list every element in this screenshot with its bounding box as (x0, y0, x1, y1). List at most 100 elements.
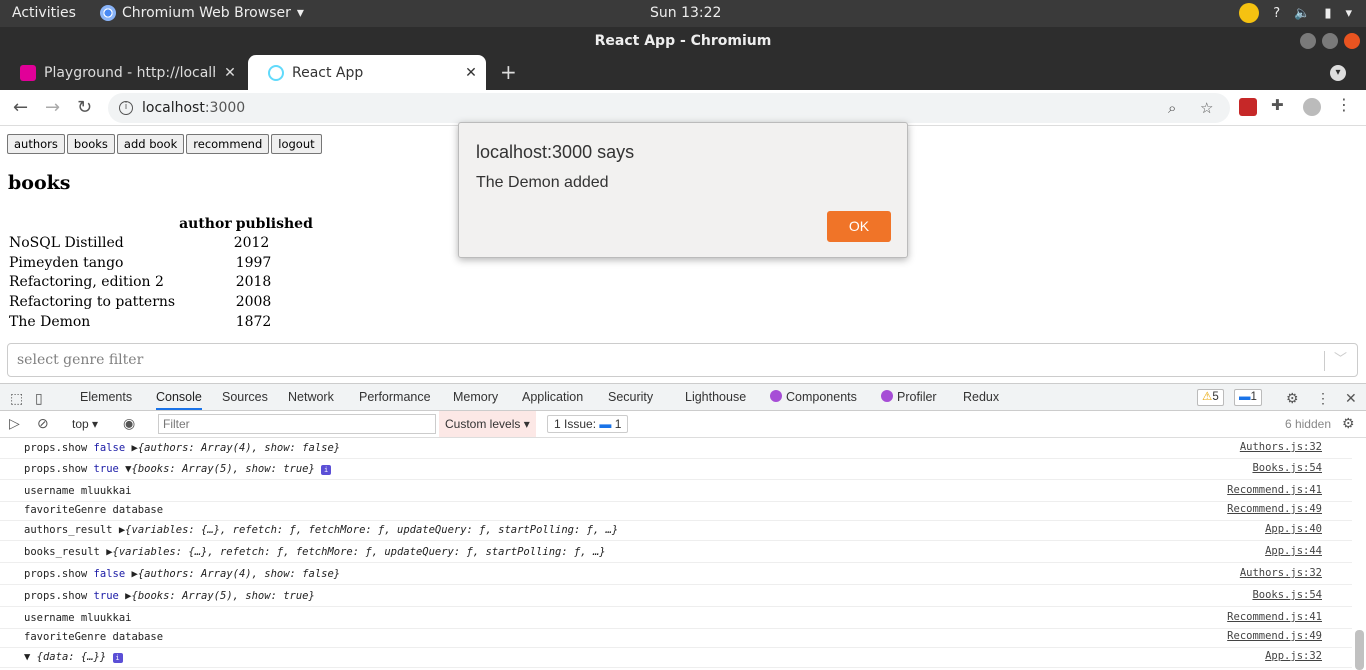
tab-components[interactable]: Components (770, 390, 857, 404)
clear-console-icon[interactable]: ⊘ (37, 415, 49, 432)
reload-icon[interactable]: ↻ (77, 97, 92, 118)
activities-button[interactable]: Activities (12, 5, 76, 21)
tab-memory[interactable]: Memory (453, 390, 498, 404)
page-title: books (8, 172, 71, 194)
console-source-link[interactable]: Authors.js:32 (1240, 567, 1322, 579)
console-message[interactable]: username mluukkai Recommend.js:41 (0, 608, 1352, 629)
notification-icon[interactable] (1239, 3, 1260, 23)
console-message[interactable]: favoriteGenre database Recommend.js:49 (0, 500, 1352, 521)
more-menu-icon[interactable]: ⋮ (1316, 390, 1330, 407)
log-levels-dropdown[interactable]: Custom levels ▾ (439, 411, 536, 437)
eye-icon[interactable]: ◉ (123, 415, 135, 432)
address-bar[interactable]: i localhost:3000 (108, 93, 1230, 123)
console-message[interactable]: books_result ▶{variables: {…}, refetch: … (0, 542, 1352, 563)
console-message[interactable]: props.show true ▼{books: Array(5), show:… (0, 459, 1352, 480)
console-source-link[interactable]: Recommend.js:41 (1227, 611, 1322, 623)
authors-button[interactable]: authors (7, 134, 65, 154)
tab-lighthouse[interactable]: Lighthouse (685, 390, 746, 404)
minimize-button[interactable] (1300, 33, 1316, 49)
maximize-button[interactable] (1322, 33, 1338, 49)
warnings-badge[interactable]: ⚠5 (1197, 389, 1224, 406)
console-object[interactable]: {variables: {…}, refetch: ƒ, fetchMore: … (125, 524, 618, 536)
console-message[interactable]: authors_result ▶{variables: {…}, refetch… (0, 520, 1352, 541)
ok-button[interactable]: OK (827, 211, 891, 242)
logout-button[interactable]: logout (271, 134, 322, 154)
console-source-link[interactable]: Recommend.js:49 (1227, 503, 1322, 515)
console-message[interactable]: favoriteGenre database Recommend.js:49 (0, 627, 1352, 648)
console-message[interactable]: props.show false ▶{authors: Array(4), sh… (0, 438, 1352, 459)
tab-performance[interactable]: Performance (359, 390, 431, 404)
console-message[interactable]: username mluukkai Recommend.js:41 (0, 481, 1352, 502)
collapse-arrow-icon[interactable]: ▼ (24, 651, 30, 663)
clock[interactable]: Sun 13:22 (650, 5, 721, 21)
info-icon[interactable]: i (321, 465, 332, 475)
close-tab-icon[interactable]: ✕ (215, 65, 245, 81)
console-source-link[interactable]: Recommend.js:49 (1227, 630, 1322, 642)
more-menu-icon[interactable]: ⋮ (1336, 95, 1354, 114)
books-button[interactable]: books (66, 134, 115, 154)
console-object[interactable]: {books: Array(5), show: true} (132, 463, 315, 475)
console-scrollbar[interactable] (1355, 630, 1364, 670)
genre-filter-select[interactable]: select genre filter ﹀ (7, 343, 1358, 377)
battery-icon[interactable]: ▮ (1324, 6, 1331, 21)
issues-button[interactable]: 1 Issue: ▬ 1 (547, 415, 629, 433)
tab-elements[interactable]: Elements (80, 390, 132, 404)
window-controls (1300, 33, 1360, 49)
console-source-link[interactable]: App.js:32 (1265, 650, 1322, 662)
close-window-button[interactable] (1344, 33, 1360, 49)
console-source-link[interactable]: App.js:40 (1265, 523, 1322, 535)
console-source-link[interactable]: Recommend.js:41 (1227, 484, 1322, 496)
console-object[interactable]: {variables: {…}, refetch: ƒ, fetchMore: … (113, 546, 606, 558)
tab-search-icon[interactable]: ▾ (1330, 65, 1346, 81)
console-object[interactable]: {authors: Array(4), show: false} (138, 442, 340, 454)
tab-playground[interactable]: Playground - http://localh ✕ (0, 55, 245, 90)
inspect-element-icon[interactable]: ⬚ (10, 390, 23, 407)
alert-dialog: localhost:3000 says The Demon added OK (458, 122, 908, 258)
console-source-link[interactable]: Authors.js:32 (1240, 441, 1322, 453)
tab-console[interactable]: Console (156, 390, 202, 410)
zoom-icon[interactable]: ⌕ (1168, 99, 1176, 117)
console-source-link[interactable]: Books.js:54 (1252, 589, 1322, 601)
tab-sources[interactable]: Sources (222, 390, 268, 404)
tab-application[interactable]: Application (522, 390, 583, 404)
console-message[interactable]: props.show true ▶{books: Array(5), show:… (0, 586, 1352, 607)
puzzle-icon[interactable]: ✚ (1271, 96, 1289, 114)
messages-badge[interactable]: ▬1 (1234, 389, 1262, 406)
tab-react-app[interactable]: React App ✕ (248, 55, 486, 90)
sidebar-toggle-icon[interactable]: ▷ (9, 415, 20, 432)
console-object[interactable]: {authors: Array(4), show: false} (138, 568, 340, 580)
new-tab-icon[interactable]: + (500, 60, 517, 84)
volume-icon[interactable]: 🔈 (1294, 6, 1310, 21)
close-icon[interactable]: ✕ (1345, 390, 1357, 407)
chevron-down-icon[interactable]: ﹀ (1334, 344, 1347, 376)
close-tab-icon[interactable]: ✕ (456, 65, 486, 81)
info-icon[interactable]: i (119, 101, 133, 115)
device-toolbar-icon[interactable]: ▯ (35, 390, 43, 407)
console-source-link[interactable]: App.js:44 (1265, 545, 1322, 557)
app-menu[interactable]: Chromium Web Browser ▾ (100, 5, 304, 21)
bookmark-star-icon[interactable]: ☆ (1200, 99, 1213, 117)
console-object[interactable]: {books: Array(5), show: true} (132, 590, 315, 602)
help-icon[interactable]: ? (1273, 6, 1280, 21)
gear-icon[interactable]: ⚙ (1286, 390, 1299, 407)
tab-profiler[interactable]: Profiler (881, 390, 937, 404)
recommend-button[interactable]: recommend (186, 134, 270, 154)
tab-redux[interactable]: Redux (963, 390, 999, 404)
back-arrow-icon[interactable]: ← (13, 97, 28, 118)
chevron-down-icon[interactable]: ▾ (1345, 6, 1352, 21)
profile-avatar[interactable] (1303, 98, 1321, 116)
info-icon[interactable]: i (112, 653, 123, 663)
console-settings-gear-icon[interactable]: ⚙ (1342, 415, 1355, 432)
add-book-button[interactable]: add book (116, 134, 185, 154)
console-filter-input[interactable]: Filter (158, 414, 436, 434)
forward-arrow-icon[interactable]: → (45, 97, 60, 118)
console-message[interactable]: props.show false ▶{authors: Array(4), sh… (0, 564, 1352, 585)
tab-security[interactable]: Security (608, 390, 653, 404)
console-object[interactable]: {data: {…}} (37, 651, 107, 663)
tab-network[interactable]: Network (288, 390, 334, 404)
extension-icon[interactable] (1239, 98, 1257, 116)
console-message[interactable]: ▼ {data: {…}} i App.js:32 (0, 647, 1352, 668)
context-select[interactable]: top ▾ (72, 417, 98, 431)
console-source-link[interactable]: Books.js:54 (1252, 462, 1322, 474)
system-tray[interactable]: ? 🔈 ▮ ▾ (1239, 3, 1352, 23)
